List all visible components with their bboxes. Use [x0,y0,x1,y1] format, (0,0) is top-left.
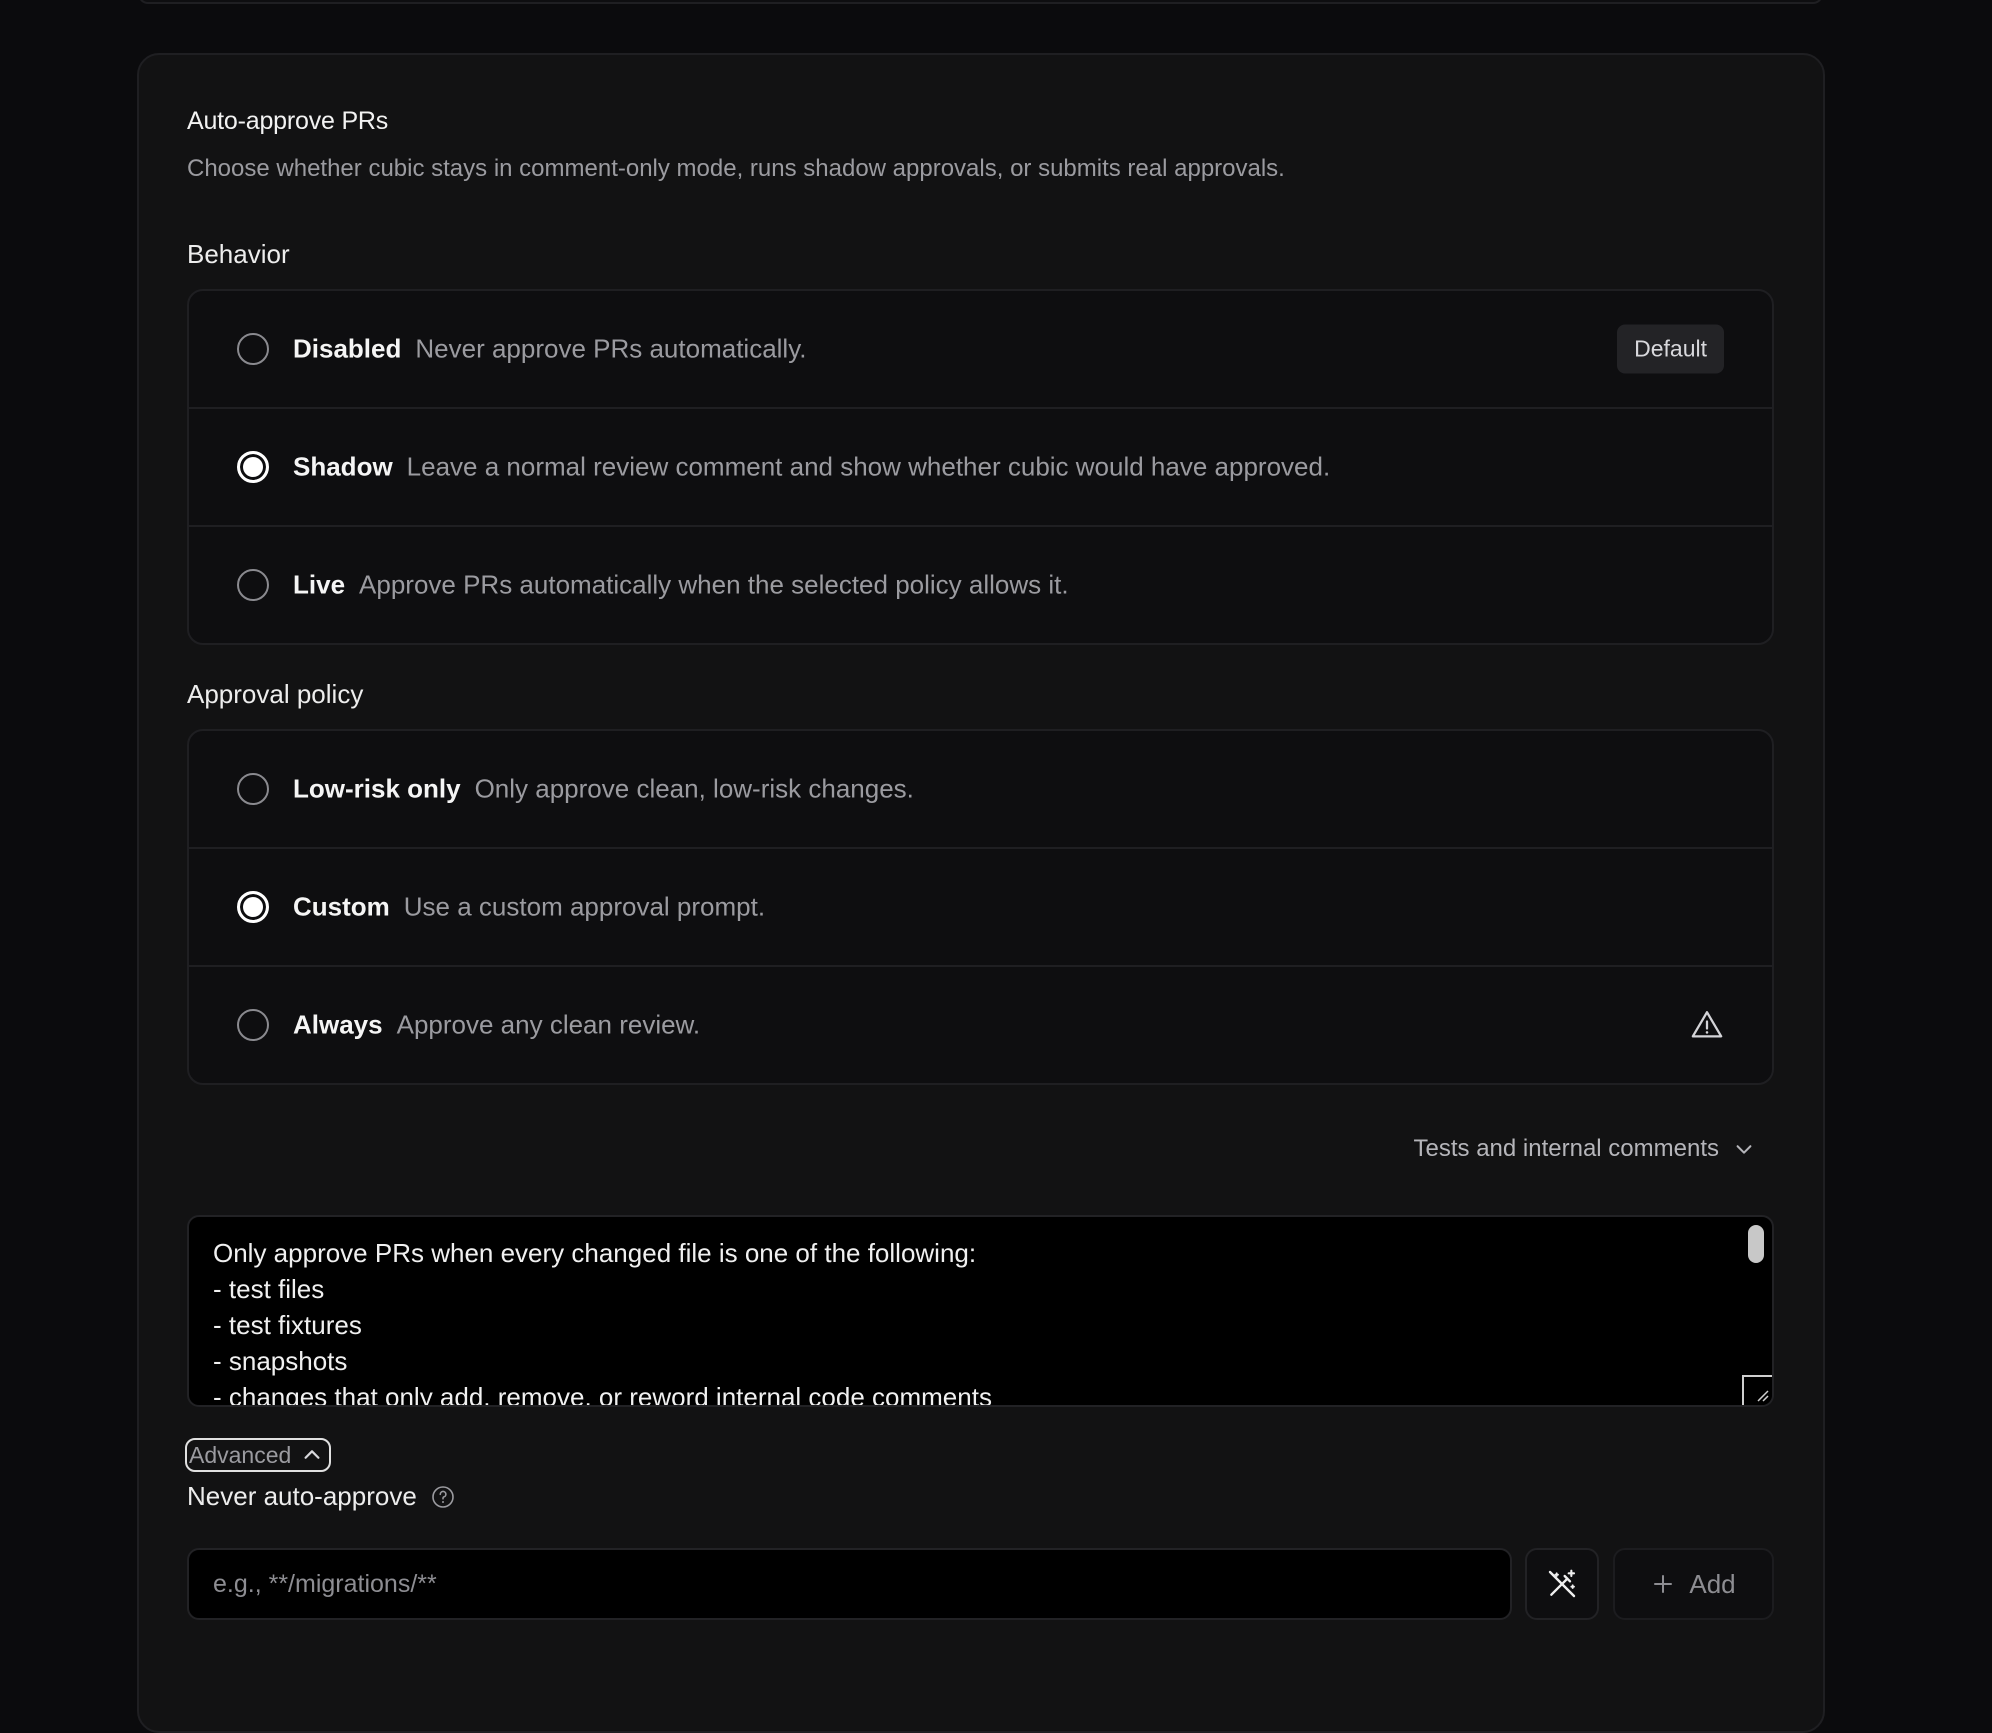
advanced-toggle-label: Advanced [189,1441,292,1468]
radio-always[interactable] [237,1009,269,1041]
add-pattern-button[interactable]: Add [1613,1548,1774,1620]
radio-low-risk[interactable] [237,773,269,805]
magic-wand-icon [1548,1569,1576,1598]
radio-custom[interactable] [237,891,269,923]
option-label: Disabled [293,333,402,364]
option-description: Only approve clean, low-risk changes. [474,773,914,804]
option-description: Use a custom approval prompt. [403,891,766,922]
option-label: Low-risk only [293,773,461,804]
option-description: Leave a normal review comment and show w… [406,451,1331,482]
approval-policy-options: Low-risk only Only approve clean, low-ris… [187,729,1774,1085]
chevron-down-icon [1736,1145,1752,1154]
warning-triangle-icon [1691,1011,1723,1038]
help-circle-icon[interactable] [431,1485,455,1509]
option-description: Approve PRs automatically when the selec… [359,569,1069,600]
radio-live[interactable] [237,569,269,601]
behavior-option-live[interactable]: Live Approve PRs automatically when the s… [189,527,1772,643]
option-label: Custom [293,891,390,922]
default-badge: Default [1617,324,1724,374]
policy-option-custom[interactable]: Custom Use a custom approval prompt. [189,849,1772,967]
radio-disabled[interactable] [237,333,269,365]
behavior-option-shadow[interactable]: Shadow Leave a normal review comment and … [189,409,1772,527]
add-button-label: Add [1689,1568,1736,1599]
approval-prompt-text[interactable]: Only approve PRs when every changed file… [213,1235,992,1405]
card-title: Auto-approve PRs [187,107,389,135]
option-label: Shadow [293,451,393,482]
previous-card-edge [138,0,1823,4]
behavior-options: Disabled Never approve PRs automatically.… [187,289,1774,645]
never-auto-approve-label: Never auto-approve [187,1481,455,1512]
never-auto-approve-input[interactable] [187,1548,1512,1620]
preset-select-label: Tests and internal comments [1413,1135,1719,1162]
option-label: Live [293,569,346,600]
never-auto-approve-text: Never auto-approve [187,1481,417,1511]
approval-policy-label: Approval policy [187,679,364,709]
behavior-option-disabled[interactable]: Disabled Never approve PRs automatically.… [189,291,1772,409]
option-label: Always [293,1009,383,1040]
scrollbar-thumb[interactable] [1748,1225,1764,1263]
option-description: Approve any clean review. [396,1009,701,1040]
plus-icon [1654,1575,1673,1593]
policy-option-low-risk[interactable]: Low-risk only Only approve clean, low-ris… [189,731,1772,849]
radio-shadow[interactable] [237,451,269,483]
chevron-up-icon [304,1450,320,1459]
preset-select[interactable]: Tests and internal comments [1414,1135,1755,1163]
advanced-toggle[interactable]: Advanced [185,1438,332,1472]
resize-handle[interactable] [1742,1375,1772,1405]
policy-option-always[interactable]: Always Approve any clean review. [189,967,1772,1083]
option-description: Never approve PRs automatically. [415,333,807,364]
card-description: Choose whether cubic stays in comment-on… [187,155,1285,182]
magic-wand-button[interactable] [1525,1548,1599,1620]
resize-grip-icon [1757,1390,1769,1402]
approval-prompt-textarea[interactable]: Only approve PRs when every changed file… [187,1215,1774,1407]
behavior-label: Behavior [187,239,290,269]
auto-approve-card: Auto-approve PRs Choose whether cubic st… [137,53,1825,1733]
